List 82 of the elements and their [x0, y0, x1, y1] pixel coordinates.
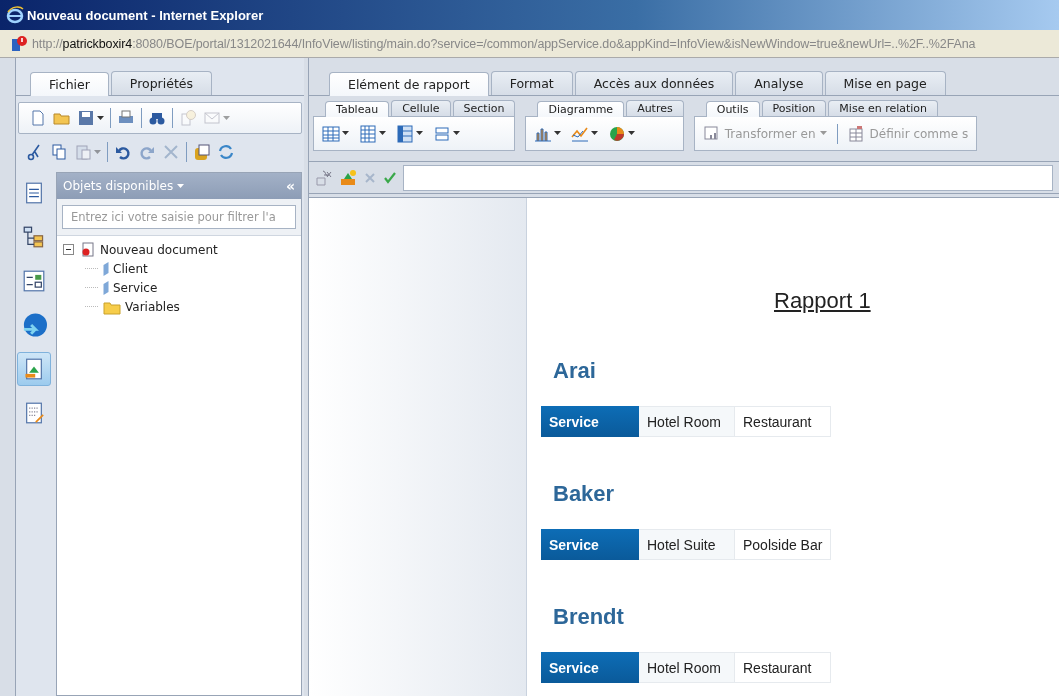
copy-icon	[50, 143, 68, 161]
table-cell: Hotel Room	[639, 652, 735, 683]
tree-item[interactable]: Nouveau document	[100, 242, 218, 257]
pie-chart-icon	[608, 124, 627, 143]
tab[interactable]: Mise en page	[824, 71, 946, 95]
header-cell: Service	[541, 529, 639, 560]
browser-logo-icon	[6, 6, 24, 24]
refresh-icon	[217, 143, 235, 161]
tree-item[interactable]: Service	[113, 280, 158, 295]
filter-field[interactable]: Entrez ici votre saisie pour filtrer l'a	[62, 205, 296, 229]
tab[interactable]: Cellule	[391, 100, 451, 116]
vertical-table-icon	[359, 124, 377, 143]
document-list-icon	[23, 180, 45, 206]
dimension-icon	[103, 280, 109, 295]
toolbar-button[interactable]	[50, 143, 68, 161]
caret-icon	[416, 131, 423, 136]
caret-icon	[591, 131, 599, 136]
tab[interactable]: Analyse	[735, 71, 823, 95]
tab[interactable]: Section	[452, 100, 516, 116]
caret-icon	[177, 183, 185, 189]
toolbar-button[interactable]	[77, 109, 104, 127]
validate-icon[interactable]	[383, 170, 397, 185]
tab[interactable]: Elément de rapport	[329, 72, 489, 96]
header-cell: Service	[541, 406, 639, 437]
caret-icon	[628, 131, 636, 136]
section-heading: Brendt	[553, 604, 624, 630]
checklist-icon	[23, 268, 45, 294]
caret-icon	[453, 131, 460, 136]
report-title: Rapport 1	[774, 288, 871, 314]
caret-icon	[223, 115, 230, 121]
edit-document-icon	[23, 400, 45, 426]
tab[interactable]: Position	[761, 100, 827, 116]
caret-icon	[97, 115, 104, 121]
table-icon	[322, 124, 340, 143]
caret-icon	[819, 131, 827, 136]
security-warning-icon	[10, 34, 28, 53]
toolbar-button[interactable]	[396, 124, 423, 143]
tab[interactable]: Mise en relation	[828, 100, 939, 116]
toolbar-button[interactable]	[359, 124, 386, 143]
tab[interactable]: Propriétés	[110, 71, 213, 95]
paste-icon	[74, 143, 92, 161]
side-button[interactable]	[17, 352, 51, 386]
table-cell: Poolside Bar	[735, 529, 831, 560]
tab[interactable]: Tableau	[325, 101, 390, 117]
tab[interactable]: Diagramme	[537, 101, 625, 117]
caret-icon	[379, 131, 386, 136]
tab[interactable]: Autres	[626, 100, 684, 116]
variable-icon	[339, 168, 357, 187]
tab[interactable]: Outils	[705, 101, 760, 117]
caret-icon	[342, 131, 349, 136]
tab[interactable]: Accès aux données	[574, 71, 734, 95]
toolbar-button[interactable]	[433, 124, 460, 143]
form-table-icon	[433, 124, 451, 143]
section-heading: Baker	[553, 481, 615, 507]
new-document-icon	[29, 109, 47, 127]
caret-icon	[554, 131, 562, 136]
toolbar-button[interactable]	[608, 124, 636, 143]
caret-icon	[94, 149, 101, 155]
formula-field[interactable]	[403, 164, 1053, 191]
collapse-icon[interactable]	[63, 244, 74, 255]
mail-icon	[203, 109, 221, 127]
tree-item[interactable]: Variables	[125, 299, 180, 314]
delete-icon	[162, 143, 180, 161]
tab[interactable]: Format	[490, 71, 573, 95]
section-heading: Arai	[553, 358, 596, 384]
table-cell: Restaurant	[735, 406, 831, 437]
save-icon	[77, 109, 95, 127]
header-cell: Service	[541, 652, 639, 683]
tree-item[interactable]: Client	[113, 261, 148, 276]
chart-document-icon	[23, 356, 45, 382]
table-cell: Restaurant	[735, 652, 831, 683]
chart-table-icon	[702, 124, 721, 143]
toolbar-button[interactable]	[217, 143, 235, 161]
table-cell: Hotel Suite	[639, 529, 735, 560]
tab[interactable]: Fichier	[30, 72, 109, 96]
crosstab-icon	[396, 124, 414, 143]
table-cell: Hotel Room	[639, 406, 735, 437]
toolbar-button[interactable]	[322, 124, 349, 143]
window-title: Nouveau document - Internet Explorer	[27, 7, 264, 23]
table-edit-icon	[847, 124, 866, 143]
tree-structure-icon	[23, 224, 45, 250]
dimension-icon	[103, 261, 109, 276]
